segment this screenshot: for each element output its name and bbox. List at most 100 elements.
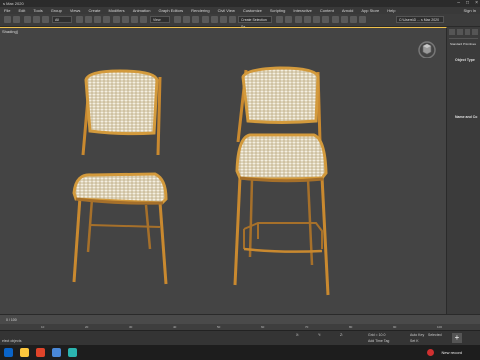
status-prompt: elect objects	[2, 339, 22, 343]
z-coordinate-label: Z:	[340, 333, 344, 337]
ruler-tick: 20	[85, 325, 89, 329]
rectangular-selection-icon[interactable]	[94, 16, 101, 23]
command-panel: Standard Primitives Object Type Name and…	[447, 27, 480, 314]
set-key-button[interactable]: Set K	[410, 339, 419, 343]
named-selection-sets-dropdown[interactable]: Create Selection Se	[238, 16, 272, 29]
menu-rendering[interactable]: Rendering	[187, 8, 213, 13]
menu-views[interactable]: Views	[66, 8, 85, 13]
grid-size: Grid = 10.0	[368, 333, 386, 337]
window-title: s Max 2020	[3, 1, 24, 6]
spinner-snap-icon[interactable]	[229, 16, 236, 23]
menu-animation[interactable]: Animation	[129, 8, 155, 13]
toggle-ribbon-icon[interactable]	[304, 16, 311, 23]
menu-app-store[interactable]: App Store	[357, 8, 383, 13]
menu-civil-view[interactable]: Civil View	[214, 8, 239, 13]
left-chair[interactable]	[72, 69, 168, 285]
y-coordinate-label: Y:	[318, 333, 322, 337]
menu-create[interactable]: Create	[84, 8, 104, 13]
menu-interactive[interactable]: Interactive	[289, 8, 315, 13]
menu-modifiers[interactable]: Modifiers	[104, 8, 128, 13]
primitive-type-dropdown[interactable]: Standard Primitives	[450, 42, 476, 46]
rotate-icon[interactable]	[122, 16, 129, 23]
curve-editor-icon[interactable]	[313, 16, 320, 23]
snaps-toggle-icon[interactable]	[202, 16, 209, 23]
create-tab-icon[interactable]	[449, 29, 455, 35]
menu-tools[interactable]: Tools	[29, 8, 46, 13]
x-coordinate-label: X:	[296, 333, 300, 337]
sign-in-link[interactable]: Sign In	[464, 8, 476, 13]
scale-icon[interactable]	[131, 16, 138, 23]
percent-snap-icon[interactable]	[220, 16, 227, 23]
bind-space-warp-icon[interactable]	[42, 16, 49, 23]
key-filter-dropdown[interactable]: Selected	[428, 333, 442, 337]
move-icon[interactable]	[113, 16, 120, 23]
menu-file[interactable]: File	[0, 8, 14, 13]
select-by-name-icon[interactable]	[85, 16, 92, 23]
link-icon[interactable]	[24, 16, 31, 23]
menu-arnold[interactable]: Arnold	[338, 8, 358, 13]
ruler-tick: 60	[261, 325, 265, 329]
add-time-tag-button[interactable]: Add Time Tag	[368, 339, 389, 343]
undo-icon[interactable]	[4, 16, 11, 23]
menu-bar: File Edit Tools Group Views Create Modif…	[0, 7, 480, 14]
keyboard-shortcut-icon[interactable]	[192, 16, 199, 23]
ruler-tick: 70	[305, 325, 309, 329]
render-setup-icon[interactable]	[341, 16, 348, 23]
menu-scripting[interactable]: Scripting	[266, 8, 290, 13]
menu-group[interactable]: Group	[47, 8, 66, 13]
menu-edit[interactable]: Edit	[14, 8, 29, 13]
panel-divider	[449, 38, 478, 39]
app-icon[interactable]	[52, 348, 61, 357]
ruler-tick: 50	[217, 325, 221, 329]
maximize-icon[interactable]: □	[466, 0, 469, 7]
windows-taskbar: New record	[0, 345, 480, 360]
chrome-icon[interactable]	[36, 348, 45, 357]
command-panel-tabs	[447, 27, 480, 37]
add-key-icon[interactable]: +	[452, 333, 462, 343]
rendered-frame-window-icon[interactable]	[350, 16, 357, 23]
auto-key-button[interactable]: Auto Key	[410, 333, 424, 337]
main-toolbar: All View Create Selection Se C:\Users\D …	[0, 14, 480, 29]
viewcube-icon[interactable]	[418, 40, 436, 58]
select-manipulate-icon[interactable]	[183, 16, 190, 23]
start-icon[interactable]	[4, 348, 13, 357]
reference-coordinate-dropdown[interactable]: View	[150, 16, 170, 23]
3ds-max-taskbar-icon[interactable]	[68, 348, 77, 357]
pivot-center-icon[interactable]	[174, 16, 181, 23]
modify-tab-icon[interactable]	[456, 29, 463, 35]
redo-icon[interactable]	[13, 16, 20, 23]
schematic-view-icon[interactable]	[322, 16, 329, 23]
record-indicator-icon	[427, 349, 434, 356]
angle-snap-icon[interactable]	[211, 16, 218, 23]
hierarchy-tab-icon[interactable]	[464, 29, 471, 35]
mirror-icon[interactable]	[276, 16, 283, 23]
layer-explorer-icon[interactable]	[295, 16, 302, 23]
menu-help[interactable]: Help	[383, 8, 399, 13]
selection-filter-dropdown[interactable]: All	[52, 16, 72, 23]
title-bar: s Max 2020 – □ ×	[0, 0, 480, 7]
material-editor-icon[interactable]	[332, 16, 339, 23]
right-chair[interactable]	[233, 66, 330, 296]
minimize-icon[interactable]: –	[457, 0, 460, 7]
motion-tab-icon[interactable]	[472, 29, 478, 35]
menu-content[interactable]: Content	[316, 8, 338, 13]
frame-counter: 0 / 100	[6, 318, 17, 322]
ruler-tick: 100	[437, 325, 443, 329]
menu-graph-editors[interactable]: Graph Editors	[154, 8, 187, 13]
ruler-tick: 90	[393, 325, 397, 329]
render-production-icon[interactable]	[359, 16, 366, 23]
window-crossing-icon[interactable]	[103, 16, 110, 23]
menu-customize[interactable]: Customize	[239, 8, 266, 13]
file-explorer-icon[interactable]	[20, 348, 29, 357]
ruler-tick: 30	[129, 325, 133, 329]
workspace-path-dropdown[interactable]: C:\Users\D ... s Max 2020	[396, 16, 444, 23]
close-icon[interactable]: ×	[475, 0, 478, 7]
placement-icon[interactable]	[140, 16, 147, 23]
name-color-rollout[interactable]: Name and Co	[455, 115, 477, 119]
unlink-icon[interactable]	[33, 16, 40, 23]
ruler-tick: 80	[349, 325, 353, 329]
select-object-icon[interactable]	[76, 16, 83, 23]
align-icon[interactable]	[285, 16, 292, 23]
object-type-rollout[interactable]: Object Type	[455, 58, 475, 62]
ruler-tick: 40	[173, 325, 177, 329]
